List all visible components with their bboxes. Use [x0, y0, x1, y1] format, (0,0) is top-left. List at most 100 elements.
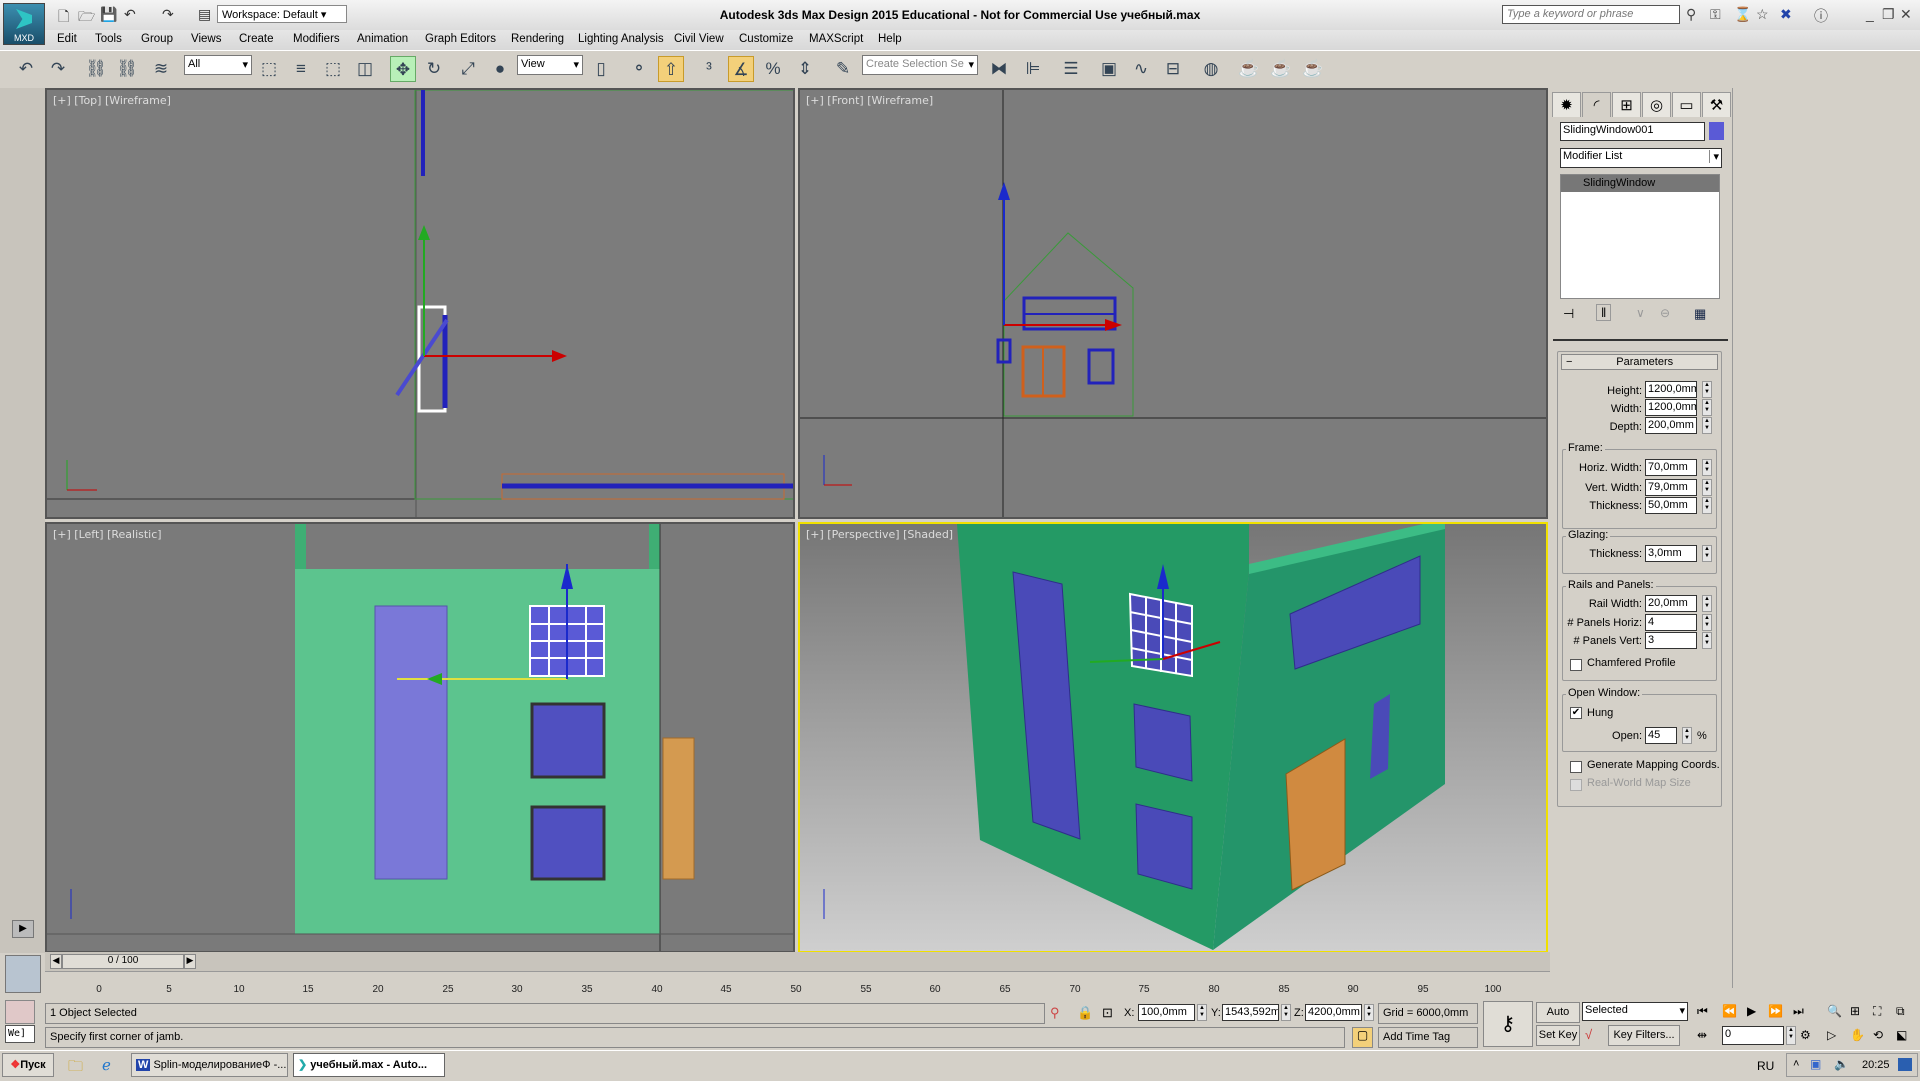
key-mode-toggle-icon[interactable]: ⇹	[1697, 1028, 1707, 1042]
x-coordinate-input[interactable]: 100,0mm	[1138, 1004, 1195, 1021]
selection-filter-dropdown[interactable]: All ▾	[184, 55, 252, 75]
hierarchy-tab-icon[interactable]: ⊞	[1612, 92, 1641, 117]
schematic-view-icon[interactable]: ⊟	[1160, 56, 1186, 82]
auto-key-button[interactable]: Auto Key	[1536, 1002, 1580, 1037]
layer-explorer-icon[interactable]: ▣	[1096, 56, 1122, 82]
selection-lock-icon[interactable]: 🔒	[1077, 1005, 1093, 1021]
generate-mapping-coords-checkbox[interactable]	[1570, 761, 1582, 773]
key-filters-button[interactable]: Key Filters...	[1608, 1025, 1680, 1046]
time-tag-icon[interactable]: ▢	[1352, 1027, 1373, 1048]
rectangle-selection-icon[interactable]: ⬚	[320, 56, 346, 82]
render-setup-icon[interactable]: ☕	[1236, 56, 1262, 82]
undo-icon[interactable]: ↶	[13, 56, 39, 82]
width-input[interactable]: 1200,0mm	[1645, 399, 1697, 416]
menu-lighting-analysis[interactable]: Lighting Analysis	[578, 33, 664, 45]
viewport-label[interactable]: [+] [Left] [Realistic]	[53, 528, 162, 541]
go-to-start-icon[interactable]: ⏮	[1697, 1004, 1708, 1019]
menu-create[interactable]: Create	[239, 33, 274, 45]
panels-vert-spinner[interactable]: ▲ ▼	[1702, 632, 1712, 649]
help-icon[interactable]: ⓘ	[1814, 6, 1828, 26]
pivot-center-icon[interactable]: ▯	[588, 56, 614, 82]
viewport-label[interactable]: [+] [Top] [Wireframe]	[53, 94, 171, 107]
play-icon[interactable]: ▶	[1747, 1004, 1756, 1018]
current-frame-input[interactable]: 0	[1722, 1026, 1784, 1045]
hung-checkbox[interactable]: ✔	[1570, 707, 1582, 719]
viewport-label[interactable]: [+] [Perspective] [Shaded]	[806, 528, 953, 541]
current-frame-spinner[interactable]: ▲ ▼	[1786, 1026, 1796, 1045]
time-prev-button[interactable]: ◀	[50, 954, 62, 969]
percent-snap-icon[interactable]: %	[760, 56, 786, 82]
expand-arrow-button[interactable]: ▶	[12, 920, 34, 938]
internet-explorer-icon[interactable]: ℯ	[102, 1056, 111, 1074]
key-mode-dropdown[interactable]: Selected ▾	[1582, 1002, 1688, 1021]
maximize-viewport-icon[interactable]: ⬕	[1896, 1028, 1907, 1042]
angle-snap-icon[interactable]: ∡	[728, 56, 754, 82]
stack-item-slidingwindow[interactable]: SlidingWindow	[1561, 175, 1719, 192]
glazing-thickness-input[interactable]: 3,0mm	[1645, 545, 1697, 562]
reference-coordinate-dropdown[interactable]: View ▾	[517, 55, 583, 75]
x-spinner[interactable]: ▲ ▼	[1197, 1004, 1207, 1021]
favorites-star-icon[interactable]: ☆	[1756, 6, 1769, 23]
add-time-tag-button[interactable]: Add Time Tag	[1378, 1027, 1478, 1048]
rail-width-input[interactable]: 20,0mm	[1645, 595, 1697, 612]
zoom-extents-all-icon[interactable]: ⧉	[1896, 1004, 1905, 1019]
zoom-all-icon[interactable]: ⊞	[1850, 1004, 1860, 1018]
horiz-width-spinner[interactable]: ▲ ▼	[1702, 459, 1712, 476]
material-editor-icon[interactable]: ◍	[1198, 56, 1224, 82]
minimize-button[interactable]: _	[1866, 6, 1874, 22]
taskbar-item-3dsmax[interactable]: ❯ учебный.max - Auto...	[293, 1053, 445, 1077]
absolute-mode-icon[interactable]: ⊡	[1102, 1005, 1113, 1021]
select-move-icon[interactable]: ✥	[390, 56, 416, 82]
menu-edit[interactable]: Edit	[57, 33, 77, 45]
object-name-field[interactable]: SlidingWindow001	[1560, 122, 1705, 141]
rendered-frame-window-icon[interactable]: ☕	[1268, 56, 1294, 82]
go-to-end-icon[interactable]: ⏭	[1793, 1004, 1804, 1019]
pan-view-icon[interactable]: ✋	[1850, 1028, 1865, 1042]
configure-modifier-sets-icon[interactable]: ▦	[1694, 306, 1706, 322]
menu-tools[interactable]: Tools	[95, 33, 122, 45]
create-tab-icon[interactable]: ✹	[1552, 92, 1581, 117]
open-input[interactable]: 45	[1645, 727, 1677, 744]
utilities-tab-icon[interactable]: ⚒	[1702, 92, 1731, 117]
vert-width-spinner[interactable]: ▲ ▼	[1702, 479, 1712, 496]
set-key-button[interactable]: Set Key	[1536, 1025, 1580, 1046]
modify-tab-icon[interactable]: ◜	[1582, 92, 1611, 117]
select-by-name-icon[interactable]: ≡	[288, 56, 314, 82]
display-tab-icon[interactable]: ▭	[1672, 92, 1701, 117]
object-color-swatch[interactable]	[1709, 122, 1724, 140]
link-icon[interactable]: ⛓	[83, 56, 109, 82]
viewport-perspective[interactable]: [+] [Perspective] [Shaded]	[798, 522, 1548, 953]
render-production-icon[interactable]: ☕	[1300, 56, 1326, 82]
menu-rendering[interactable]: Rendering	[511, 33, 564, 45]
mirror-icon[interactable]: ⧓	[986, 56, 1012, 82]
viewport-front[interactable]: [+] [Front] [Wireframe]	[798, 88, 1548, 519]
vert-width-input[interactable]: 79,0mm	[1645, 479, 1697, 496]
z-coordinate-input[interactable]: 4200,0mm	[1305, 1004, 1362, 1021]
scene-explorer-icon[interactable]: ☰	[1058, 56, 1084, 82]
panels-vert-input[interactable]: 3	[1645, 632, 1697, 649]
manipulate-icon[interactable]: ⚬	[626, 56, 652, 82]
viewport-left[interactable]: [+] [Left] [Realistic]	[45, 522, 795, 953]
menu-customize[interactable]: Customize	[739, 33, 793, 45]
frame-thickness-input[interactable]: 50,0mm	[1645, 497, 1697, 514]
motion-tab-icon[interactable]: ◎	[1642, 92, 1671, 117]
named-selection-dropdown[interactable]: Create Selection Se ▾	[862, 55, 978, 75]
field-of-view-icon[interactable]: ▷	[1827, 1028, 1836, 1042]
depth-spinner[interactable]: ▲ ▼	[1702, 417, 1712, 434]
menu-views[interactable]: Views	[191, 33, 221, 45]
edit-named-selection-icon[interactable]: ✎	[830, 56, 856, 82]
menu-graph-editors[interactable]: Graph Editors	[425, 33, 496, 45]
menu-civil-view[interactable]: Civil View	[674, 33, 724, 45]
viewport-top[interactable]: [+] [Top] [Wireframe]	[45, 88, 795, 519]
keyboard-shortcut-override-icon[interactable]: ⇧	[658, 56, 684, 82]
subscription-icon[interactable]: ⌛	[1734, 6, 1751, 23]
exchange-icon[interactable]: ✖	[1780, 6, 1792, 23]
default-tangent-icon[interactable]: √	[1585, 1027, 1592, 1042]
start-button[interactable]: ❖Пуск	[2, 1053, 54, 1077]
next-frame-icon[interactable]: ⏩	[1768, 1004, 1783, 1018]
time-slider-thumb[interactable]: 0 / 100	[62, 954, 184, 969]
binoculars-icon[interactable]: ⚲	[1686, 6, 1696, 23]
frame-thickness-spinner[interactable]: ▲ ▼	[1702, 497, 1712, 514]
explorer-icon[interactable]: 🗀	[68, 1056, 83, 1081]
taskbar-item-word[interactable]: W Splin-моделированиеФ -...	[131, 1053, 288, 1077]
